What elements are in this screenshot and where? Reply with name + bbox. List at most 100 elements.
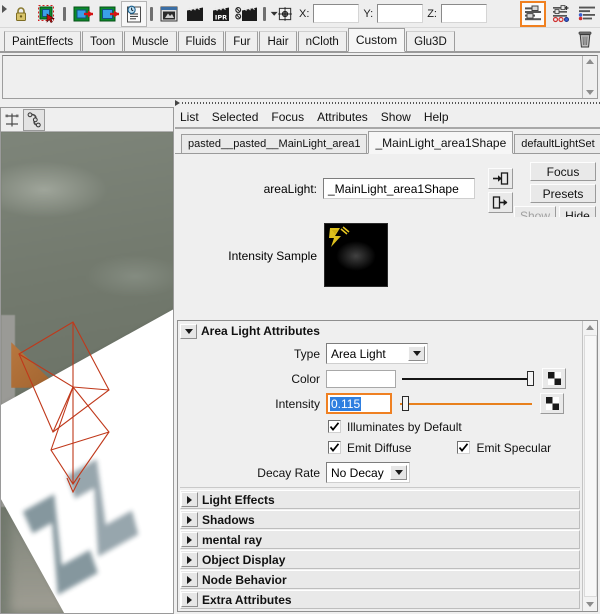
menu-show[interactable]: Show (381, 110, 411, 124)
row-intensity: Intensity 0.115 (178, 391, 582, 416)
shelf-tab-glu3d[interactable]: Glu3D (406, 31, 455, 51)
maya-window: IPR X: Y: Z: PaintEffects Toon Muscle Fl… (0, 0, 600, 614)
decay-rate-option-menu[interactable]: No Decay (326, 462, 410, 483)
render-view-icon[interactable] (156, 1, 182, 27)
expand-arrow-shadows[interactable] (181, 512, 198, 527)
shelf-tab-bar: PaintEffects Toon Muscle Fluids Fur Hair… (0, 28, 600, 53)
shelf-tab-fluids[interactable]: Fluids (177, 31, 225, 51)
channel-box-icon[interactable] (574, 1, 600, 27)
menu-list[interactable]: List (180, 110, 199, 124)
color-slider-handle[interactable] (527, 370, 534, 386)
presets-button[interactable]: Presets (530, 184, 596, 203)
shelf-tab-painteffects[interactable]: PaintEffects (4, 31, 82, 51)
intensity-map-button[interactable] (540, 393, 564, 414)
shelf-tab-fur[interactable]: Fur (225, 31, 259, 51)
coordinate-fields: X: Y: Z: (297, 4, 487, 23)
intensity-field[interactable]: 0.115 (326, 393, 392, 414)
io-connection-buttons (488, 168, 513, 213)
intensity-sample-swatch[interactable] (324, 223, 388, 287)
decay-rate-label: Decay Rate (257, 465, 320, 480)
expand-arrow-light-effects[interactable] (181, 492, 198, 507)
illuminates-by-default-checkbox[interactable] (328, 420, 341, 433)
color-map-button[interactable] (542, 368, 566, 389)
section-title-node-behavior: Node Behavior (202, 572, 287, 587)
type-dropdown-arrow-icon[interactable] (408, 346, 425, 361)
tab-pasted-mainlight-area1[interactable]: pasted__pasted__MainLight_area1 (181, 134, 368, 153)
expand-arrow-extra-attributes[interactable] (181, 592, 198, 607)
ik-handle-icon[interactable] (23, 108, 45, 131)
shelf-tab-ncloth[interactable]: nCloth (297, 31, 347, 51)
checker-icon (547, 372, 561, 385)
intensity-slider-track (400, 402, 532, 405)
scroll-down-icon[interactable] (586, 602, 594, 607)
section-title-mental-ray: mental ray (202, 532, 263, 547)
emit-specular-checkbox[interactable] (457, 441, 471, 454)
svg-text:IPR: IPR (215, 13, 227, 21)
toolbar-gripper[interactable] (0, 1, 8, 27)
tab-defaultlightset[interactable]: defaultLightSet (514, 134, 600, 153)
attribute-editor-icon[interactable] (520, 0, 546, 27)
render-settings-icon[interactable] (121, 0, 147, 27)
x-field[interactable] (313, 4, 360, 23)
shelf-tab-custom[interactable]: Custom (347, 28, 406, 52)
shelf-scroll-up-icon[interactable] (586, 59, 594, 64)
section-header-object-display[interactable]: Object Display (180, 550, 580, 569)
section-header-mental-ray[interactable]: mental ray (180, 530, 580, 549)
show-manipulator-icon[interactable] (1, 109, 23, 131)
toolbar-separator-3 (260, 1, 269, 27)
decay-rate-dropdown-arrow-icon[interactable] (390, 465, 407, 480)
render-into-new-window-icon[interactable] (69, 1, 95, 27)
shelf-tab-toon[interactable]: Toon (82, 31, 124, 51)
intensity-slider[interactable] (400, 395, 532, 413)
menu-attributes[interactable]: Attributes (317, 110, 368, 124)
shelf-tab-muscle[interactable]: Muscle (124, 31, 177, 51)
shelf-scroll-down-icon[interactable] (586, 90, 594, 95)
shelf-scrollbar[interactable] (582, 56, 597, 98)
menu-help[interactable]: Help (424, 110, 449, 124)
snap-pivot-icon[interactable] (269, 1, 295, 27)
section-title-object-display: Object Display (202, 552, 286, 567)
section-header-light-effects[interactable]: Light Effects (180, 490, 580, 509)
tab-mainlight-area1shape[interactable]: _MainLight_area1Shape (368, 131, 514, 154)
render-region-icon[interactable] (234, 1, 260, 27)
z-field[interactable] (440, 4, 487, 23)
expand-arrow-object-display[interactable] (181, 552, 198, 567)
color-swatch[interactable] (326, 369, 396, 388)
scroll-up-icon[interactable] (586, 325, 594, 330)
section-header-shadows[interactable]: Shadows (180, 510, 580, 529)
node-name-field[interactable]: _MainLight_area1Shape (323, 178, 475, 199)
panel-splitter[interactable] (175, 100, 600, 106)
y-field[interactable] (377, 4, 424, 23)
scrollbar-track[interactable] (584, 335, 597, 597)
trash-icon[interactable] (570, 29, 600, 51)
section-header-area-light-attributes[interactable]: Area Light Attributes (178, 321, 582, 341)
type-option-menu[interactable]: Area Light (326, 343, 428, 364)
emit-diffuse-label: Emit Diffuse (347, 440, 412, 455)
intensity-slider-handle[interactable] (402, 395, 409, 411)
focus-button[interactable]: Focus (530, 162, 596, 181)
input-connection-button[interactable] (488, 168, 513, 189)
color-slider[interactable] (402, 370, 534, 388)
shelf-tab-hair[interactable]: Hair (259, 31, 297, 51)
intensity-sample-row: Intensity Sample (175, 217, 600, 295)
attributes-scrollbar[interactable] (582, 321, 597, 611)
batch-render-icon[interactable] (182, 1, 208, 27)
tool-settings-icon[interactable] (548, 1, 574, 27)
lock-icon[interactable] (8, 1, 34, 27)
collapse-arrow-area-light-attributes[interactable] (180, 323, 197, 339)
redo-render-icon[interactable] (95, 1, 121, 27)
menu-selected[interactable]: Selected (212, 110, 259, 124)
ipr-render-icon[interactable]: IPR (208, 1, 234, 27)
emit-diffuse-checkbox[interactable] (328, 441, 341, 454)
expand-arrow-node-behavior[interactable] (181, 572, 198, 587)
section-header-extra-attributes[interactable]: Extra Attributes (180, 590, 580, 609)
section-title-area-light-attributes: Area Light Attributes (201, 324, 320, 338)
render-selected-icon[interactable] (34, 1, 60, 27)
splitter-arrow-icon[interactable] (175, 100, 180, 106)
output-connection-button[interactable] (488, 192, 513, 213)
expand-arrow-mental-ray[interactable] (181, 532, 198, 547)
menu-focus[interactable]: Focus (271, 110, 304, 124)
section-header-node-behavior[interactable]: Node Behavior (180, 570, 580, 589)
render-toolbar: IPR X: Y: Z: (0, 0, 600, 28)
viewport-3d[interactable] (1, 132, 173, 613)
